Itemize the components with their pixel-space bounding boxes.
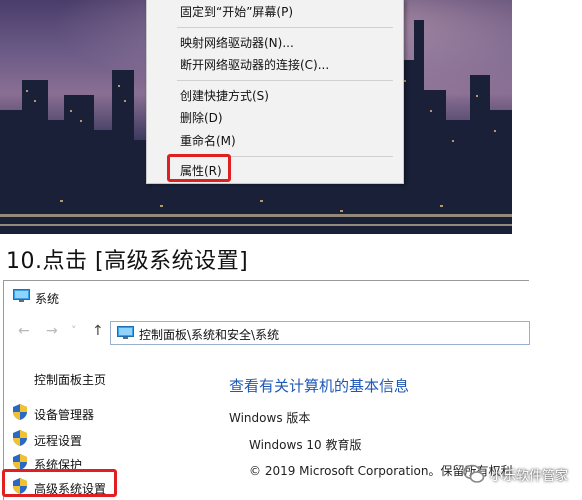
- monitor-icon: [13, 289, 30, 302]
- windows-edition-value: Windows 10 教育版: [249, 438, 362, 452]
- window-title: 系统: [35, 292, 60, 306]
- recent-locations-chevron-icon[interactable]: ˅: [71, 323, 77, 339]
- tutorial-screenshot: 固定到“开始”屏幕(P) 映射网络驱动器(N)... 断开网络驱动器的连接(C)…: [0, 0, 582, 500]
- system-window: 系统 ← → ˅ ↑ 控制面板\系统和安全\系统 控制面板主页 设备管理器 远程…: [2, 280, 530, 500]
- wechat-logo-icon: [463, 464, 485, 483]
- properties-highlight-box: [167, 154, 231, 182]
- monitor-icon: [117, 326, 134, 339]
- uac-shield-icon: [13, 430, 27, 446]
- menu-item-disconnect-network-drive[interactable]: 断开网络驱动器的连接(C)...: [180, 57, 329, 73]
- up-arrow-icon[interactable]: ↑: [92, 323, 104, 339]
- menu-item-pin-to-start[interactable]: 固定到“开始”屏幕(P): [180, 4, 293, 20]
- back-arrow-icon[interactable]: ←: [18, 323, 30, 339]
- uac-shield-icon: [13, 404, 27, 420]
- menu-item-rename[interactable]: 重命名(M): [180, 133, 236, 149]
- link-label: 设备管理器: [34, 408, 95, 422]
- forward-arrow-icon[interactable]: →: [46, 323, 58, 339]
- context-menu: 固定到“开始”屏幕(P) 映射网络驱动器(N)... 断开网络驱动器的连接(C)…: [146, 0, 404, 184]
- page-title: 查看有关计算机的基本信息: [229, 377, 410, 395]
- menu-item-create-shortcut[interactable]: 创建快捷方式(S): [180, 88, 269, 104]
- address-bar[interactable]: 控制面板\系统和安全\系统: [110, 321, 530, 345]
- advanced-settings-highlight-box: [2, 469, 117, 497]
- windows-edition-heading: Windows 版本: [229, 411, 311, 425]
- watermark: 小乐软件管家: [462, 460, 580, 488]
- watermark-text: 小乐软件管家: [490, 469, 569, 484]
- menu-separator: [177, 27, 393, 28]
- menu-separator: [177, 80, 393, 81]
- menu-item-delete[interactable]: 删除(D): [180, 110, 223, 126]
- step-heading: 10.点击 [高级系统设置]: [6, 249, 249, 274]
- desktop-background: 固定到“开始”屏幕(P) 映射网络驱动器(N)... 断开网络驱动器的连接(C)…: [0, 0, 512, 234]
- link-label: 远程设置: [34, 434, 83, 448]
- address-path: 控制面板\系统和安全\系统: [139, 328, 280, 342]
- navigation-bar: ← → ˅ ↑ 控制面板\系统和安全\系统: [4, 317, 530, 347]
- left-navigation-pane: 控制面板主页 设备管理器 远程设置 系统保护 高级系统设置: [2, 351, 204, 500]
- control-panel-home-link[interactable]: 控制面板主页: [34, 371, 106, 388]
- menu-item-map-network-drive[interactable]: 映射网络驱动器(N)...: [180, 35, 294, 51]
- title-bar: 系统: [4, 281, 529, 313]
